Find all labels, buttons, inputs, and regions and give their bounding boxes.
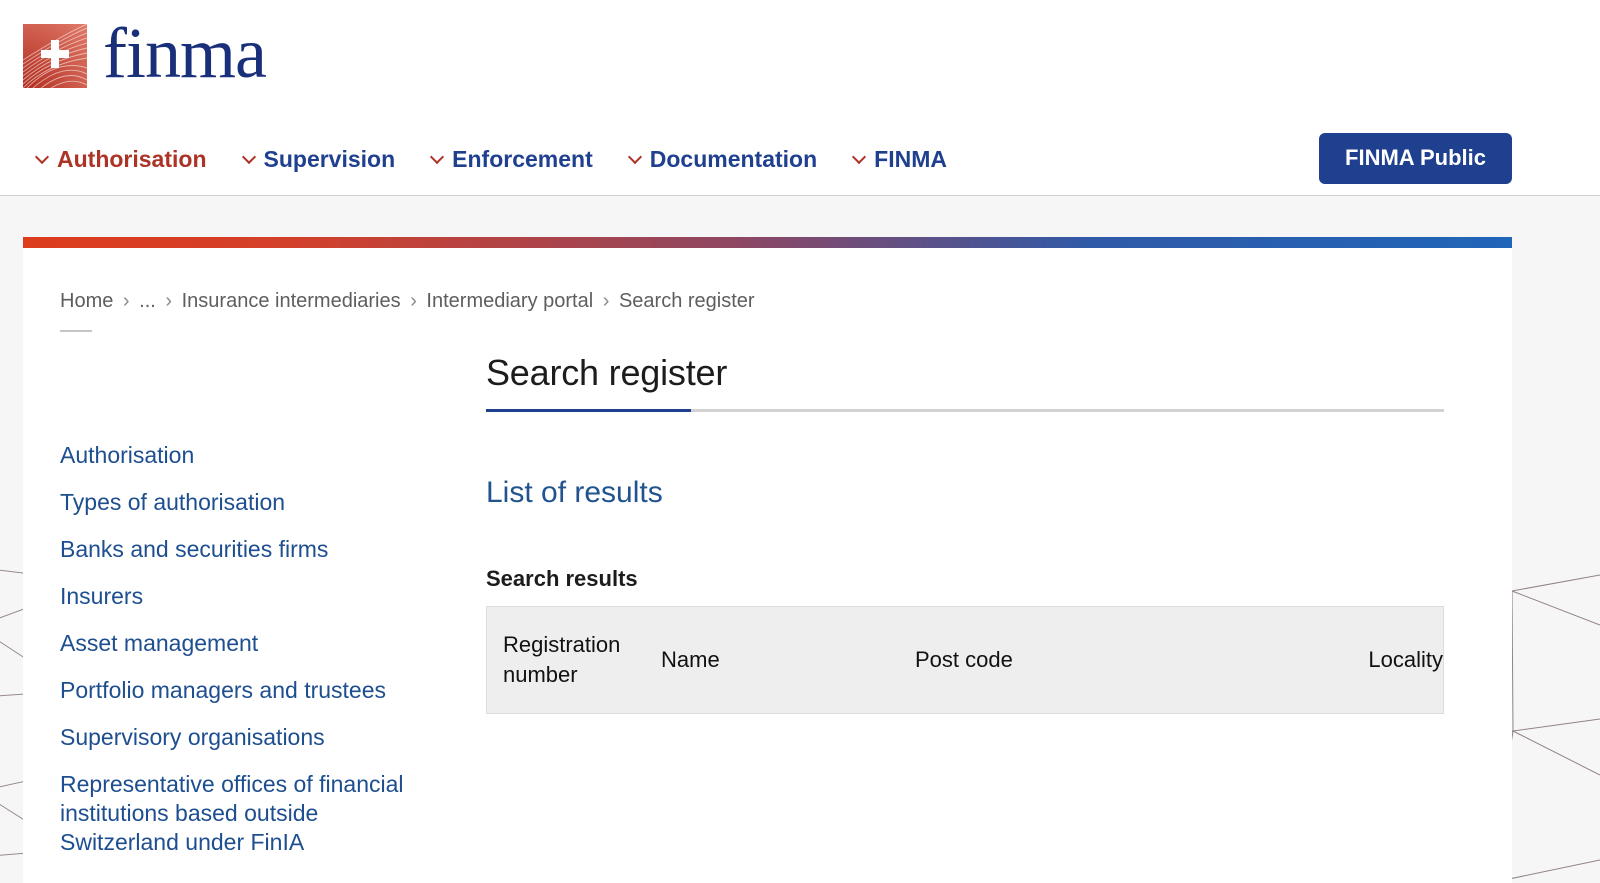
- sidebar-item-asset-management[interactable]: Asset management: [60, 629, 420, 658]
- page-title: Search register: [486, 352, 728, 393]
- page-root: finma Authorisation Supervision Enforcem…: [0, 0, 1600, 883]
- table-header-row: Registration number Name Post code Local…: [486, 606, 1444, 714]
- breadcrumb-item-ellipsis[interactable]: ...: [139, 290, 156, 312]
- nav-item-finma[interactable]: FINMA: [853, 146, 947, 173]
- sidebar-item-insurers[interactable]: Insurers: [60, 582, 420, 611]
- sidebar-item-representative-offices[interactable]: Representative offices of financial inst…: [60, 770, 420, 857]
- swiss-cross-flag-icon: [23, 24, 87, 88]
- breadcrumb-item-search-register[interactable]: Search register: [619, 290, 755, 312]
- page-title-underline: [486, 409, 1444, 412]
- section-title-list-of-results: List of results: [486, 476, 663, 509]
- primary-navigation: Authorisation Supervision Enforcement Do…: [0, 128, 1600, 190]
- search-results-table: Registration number Name Post code Local…: [486, 606, 1444, 714]
- breadcrumb: Home › ... › Insurance intermediaries › …: [60, 290, 755, 313]
- column-header-post-code[interactable]: Post code: [915, 635, 1303, 685]
- nav-item-label: Documentation: [649, 145, 818, 172]
- column-header-locality[interactable]: Locality: [1303, 635, 1443, 685]
- breadcrumb-separator-icon: ›: [165, 290, 173, 312]
- nav-item-documentation[interactable]: Documentation: [629, 146, 817, 173]
- chevron-down-icon: [243, 151, 255, 163]
- breadcrumb-item-home[interactable]: Home: [60, 290, 113, 312]
- nav-item-enforcement[interactable]: Enforcement: [431, 146, 593, 173]
- chevron-down-icon: [629, 151, 641, 163]
- content-card: Home › ... › Insurance intermediaries › …: [23, 237, 1512, 883]
- sidebar-item-portfolio-managers-and-trustees[interactable]: Portfolio managers and trustees: [60, 676, 420, 705]
- section-sidebar: Authorisation Types of authorisation Ban…: [60, 441, 460, 875]
- nav-item-label: Authorisation: [57, 145, 207, 172]
- gradient-accent-bar: [23, 237, 1512, 248]
- nav-item-list: Authorisation Supervision Enforcement Do…: [0, 146, 947, 173]
- logo-wordmark: finma: [103, 13, 267, 93]
- column-header-registration-number[interactable]: Registration number: [487, 620, 661, 700]
- nav-item-label: Supervision: [263, 145, 396, 172]
- site-logo[interactable]: finma: [23, 13, 267, 95]
- breadcrumb-separator-icon: ›: [602, 290, 610, 312]
- sidebar-item-authorisation[interactable]: Authorisation: [60, 441, 420, 470]
- breadcrumb-separator-icon: ›: [122, 290, 130, 312]
- search-results-label: Search results: [486, 566, 638, 591]
- sidebar-item-supervisory-organisations[interactable]: Supervisory organisations: [60, 723, 420, 752]
- chevron-down-icon: [36, 151, 48, 163]
- finma-public-button[interactable]: FINMA Public: [1319, 133, 1512, 184]
- chevron-down-icon: [431, 151, 443, 163]
- nav-item-authorisation[interactable]: Authorisation: [36, 146, 207, 173]
- main-content: Search register List of results Search r…: [486, 351, 1476, 714]
- column-header-name[interactable]: Name: [661, 635, 915, 685]
- site-header: finma Authorisation Supervision Enforcem…: [0, 0, 1600, 196]
- nav-item-label: FINMA: [874, 145, 947, 172]
- breadcrumb-item-insurance-intermediaries[interactable]: Insurance intermediaries: [182, 290, 401, 312]
- breadcrumb-separator-icon: ›: [410, 290, 417, 312]
- chevron-down-icon: [853, 151, 865, 163]
- breadcrumb-underline: [60, 330, 92, 332]
- breadcrumb-item-intermediary-portal[interactable]: Intermediary portal: [426, 290, 593, 312]
- sidebar-item-types-of-authorisation[interactable]: Types of authorisation: [60, 488, 420, 517]
- cross-glyph: [41, 40, 69, 69]
- sidebar-item-banks-and-securities-firms[interactable]: Banks and securities firms: [60, 535, 420, 564]
- nav-item-label: Enforcement: [452, 145, 593, 172]
- nav-item-supervision[interactable]: Supervision: [243, 146, 396, 173]
